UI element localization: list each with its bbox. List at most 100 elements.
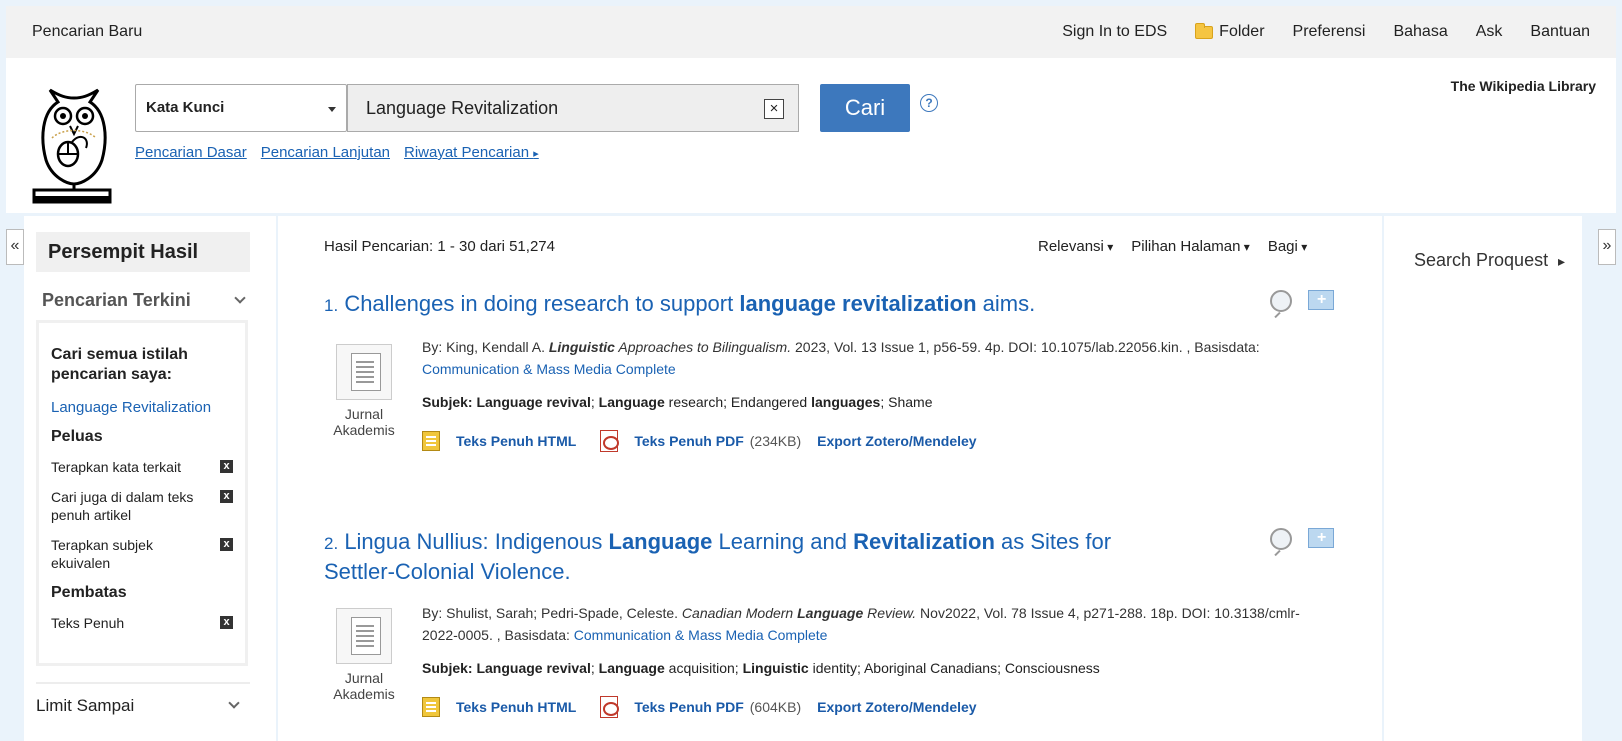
full-text-links: Teks Penuh HTML Teks Penuh PDF (234KB) E… bbox=[422, 430, 983, 452]
pdf-size: (234KB) bbox=[749, 433, 802, 449]
clear-search-icon[interactable]: × bbox=[764, 99, 784, 119]
remove-icon[interactable]: x bbox=[220, 538, 233, 551]
recent-term-link[interactable]: Language Revitalization bbox=[51, 399, 233, 416]
search-input[interactable]: Language Revitalization × bbox=[347, 84, 799, 132]
help-link[interactable]: Bantuan bbox=[1530, 23, 1590, 41]
ask-link[interactable]: Ask bbox=[1476, 23, 1503, 41]
preferences-link[interactable]: Preferensi bbox=[1293, 23, 1366, 41]
chevron-down-icon bbox=[328, 107, 336, 112]
sort-relevance-dropdown[interactable]: Relevansi bbox=[1038, 238, 1113, 255]
source-highlight: Language bbox=[797, 605, 864, 621]
html-fulltext-link[interactable]: Teks Penuh HTML bbox=[456, 699, 576, 715]
title-text: aims. bbox=[976, 291, 1036, 316]
help-icon[interactable]: ? bbox=[920, 94, 938, 112]
limit-to-label: Limit Sampai bbox=[36, 696, 135, 715]
subject-highlight: Language revival bbox=[476, 660, 591, 676]
publication-type-label: Jurnal Akademis bbox=[333, 670, 395, 702]
folder-link[interactable]: Folder bbox=[1195, 22, 1265, 41]
html-fulltext-icon bbox=[422, 697, 440, 717]
citation-details: 2023, Vol. 13 Issue 1, p56-59. 4p. DOI: … bbox=[791, 339, 1260, 355]
result-number: 2. bbox=[324, 534, 339, 553]
subject-highlight: Linguistic bbox=[742, 660, 809, 676]
right-panel: Search Proquest bbox=[1384, 216, 1582, 741]
subject-highlight: languages bbox=[811, 394, 881, 410]
share-dropdown[interactable]: Bagi bbox=[1268, 238, 1307, 255]
source-title: Canadian Modern bbox=[681, 605, 798, 621]
search-history-link[interactable]: Riwayat Pencarian ▸ bbox=[404, 144, 539, 161]
title-text: Learning and bbox=[712, 529, 854, 554]
search-button[interactable]: Cari bbox=[820, 84, 910, 132]
folder-icon bbox=[1195, 22, 1214, 39]
title-highlight: Language bbox=[608, 529, 713, 554]
source-title: Approaches to Bilingualism. bbox=[614, 339, 792, 355]
search-field-select[interactable]: Kata Kunci bbox=[135, 84, 347, 132]
search-query-text: Language Revitalization bbox=[366, 98, 559, 118]
result-title[interactable]: 2. Lingua Nullius: Indigenous Language L… bbox=[324, 528, 1184, 586]
search-mode-links: Pencarian Dasar Pencarian Lanjutan Riway… bbox=[135, 144, 539, 161]
triangle-right-icon: ▸ bbox=[533, 148, 539, 160]
result-title[interactable]: 1. Challenges in doing research to suppo… bbox=[324, 290, 1184, 320]
source-title: Review. bbox=[863, 605, 917, 621]
institution-name: The Wikipedia Library bbox=[1450, 78, 1596, 94]
export-zotero-link[interactable]: Export Zotero/Mendeley bbox=[817, 699, 976, 715]
advanced-search-link[interactable]: Pencarian Lanjutan bbox=[261, 144, 390, 161]
subject-highlight: Language bbox=[598, 394, 665, 410]
subject-highlight: Language bbox=[598, 660, 665, 676]
new-search-link[interactable]: Pencarian Baru bbox=[32, 23, 142, 41]
pdf-fulltext-link[interactable]: Teks Penuh PDF bbox=[634, 433, 743, 449]
result-subjects: Subjek: Language revival; Language acqui… bbox=[422, 660, 1100, 676]
subject-text: ; Shame bbox=[880, 394, 933, 410]
search-all-terms-label: Cari semua istilah pencarian saya: bbox=[51, 346, 188, 383]
recent-searches-header[interactable]: Pencarian Terkini bbox=[42, 290, 191, 311]
export-zotero-link[interactable]: Export Zotero/Mendeley bbox=[817, 433, 976, 449]
limit-to-header[interactable]: Limit Sampai bbox=[36, 682, 250, 716]
authors: By: Shulist, Sarah; Pedri-Spade, Celeste… bbox=[422, 605, 682, 621]
pdf-fulltext-link[interactable]: Teks Penuh PDF bbox=[634, 699, 743, 715]
expander-label: Terapkan kata terkait bbox=[51, 459, 181, 475]
add-to-folder-icon[interactable] bbox=[1308, 290, 1334, 310]
pdf-icon bbox=[600, 430, 620, 452]
basic-search-link[interactable]: Pencarian Dasar bbox=[135, 144, 247, 161]
add-to-folder-icon[interactable] bbox=[1308, 528, 1334, 548]
result-options: Relevansi Pilihan Halaman Bagi bbox=[1038, 238, 1307, 255]
refine-sidebar: Persempit Hasil Pencarian Terkini Cari s… bbox=[24, 216, 276, 741]
results-list: Hasil Pencarian: 1 - 30 dari 51,274 Rele… bbox=[278, 216, 1382, 741]
pdf-icon bbox=[600, 696, 620, 718]
result-item: 1. Challenges in doing research to suppo… bbox=[324, 290, 1334, 490]
owl-logo[interactable] bbox=[32, 78, 116, 204]
language-link[interactable]: Bahasa bbox=[1393, 23, 1447, 41]
sign-in-link[interactable]: Sign In to EDS bbox=[1062, 23, 1167, 41]
database-link[interactable]: Communication & Mass Media Complete bbox=[574, 627, 828, 643]
page-options-dropdown[interactable]: Pilihan Halaman bbox=[1131, 238, 1250, 255]
expander-row: Cari juga di dalam teks penuh artikel x bbox=[51, 488, 233, 524]
expand-right-button[interactable]: » bbox=[1598, 229, 1616, 265]
html-fulltext-icon bbox=[422, 431, 440, 451]
remove-icon[interactable]: x bbox=[220, 490, 233, 503]
title-highlight: language revitalization bbox=[739, 291, 977, 316]
database-link[interactable]: Communication & Mass Media Complete bbox=[422, 361, 676, 377]
result-actions bbox=[1270, 290, 1334, 312]
publication-type-label: Jurnal Akademis bbox=[333, 406, 395, 438]
collapse-left-button[interactable]: « bbox=[6, 229, 24, 265]
limiter-label: Teks Penuh bbox=[51, 615, 125, 631]
preview-magnifier-icon[interactable] bbox=[1270, 528, 1292, 550]
remove-icon[interactable]: x bbox=[220, 460, 233, 473]
preview-magnifier-icon[interactable] bbox=[1270, 290, 1292, 312]
result-citation: By: King, Kendall A. Linguistic Approach… bbox=[422, 336, 1322, 380]
search-proquest-link[interactable]: Search Proquest bbox=[1414, 250, 1565, 271]
subject-text: ; bbox=[590, 660, 599, 676]
journal-icon bbox=[336, 344, 392, 400]
top-toolbar: Pencarian Baru Sign In to EDS Folder Pre… bbox=[6, 6, 1616, 58]
title-text: Challenges in doing research to support bbox=[344, 291, 740, 316]
subject-text: ; bbox=[590, 394, 599, 410]
full-text-links: Teks Penuh HTML Teks Penuh PDF (604KB) E… bbox=[422, 696, 983, 718]
result-subjects: Subjek: Language revival; Language resea… bbox=[422, 394, 932, 410]
remove-icon[interactable]: x bbox=[220, 616, 233, 629]
publication-type[interactable]: Jurnal Akademis bbox=[332, 608, 396, 702]
chevron-down-icon[interactable] bbox=[234, 292, 246, 304]
top-nav: Sign In to EDS Folder Preferensi Bahasa … bbox=[1062, 22, 1590, 41]
publication-type[interactable]: Jurnal Akademis bbox=[332, 344, 396, 438]
authors: By: King, Kendall A. bbox=[422, 339, 549, 355]
html-fulltext-link[interactable]: Teks Penuh HTML bbox=[456, 433, 576, 449]
expander-row: Terapkan subjek ekuivalen x bbox=[51, 536, 233, 572]
